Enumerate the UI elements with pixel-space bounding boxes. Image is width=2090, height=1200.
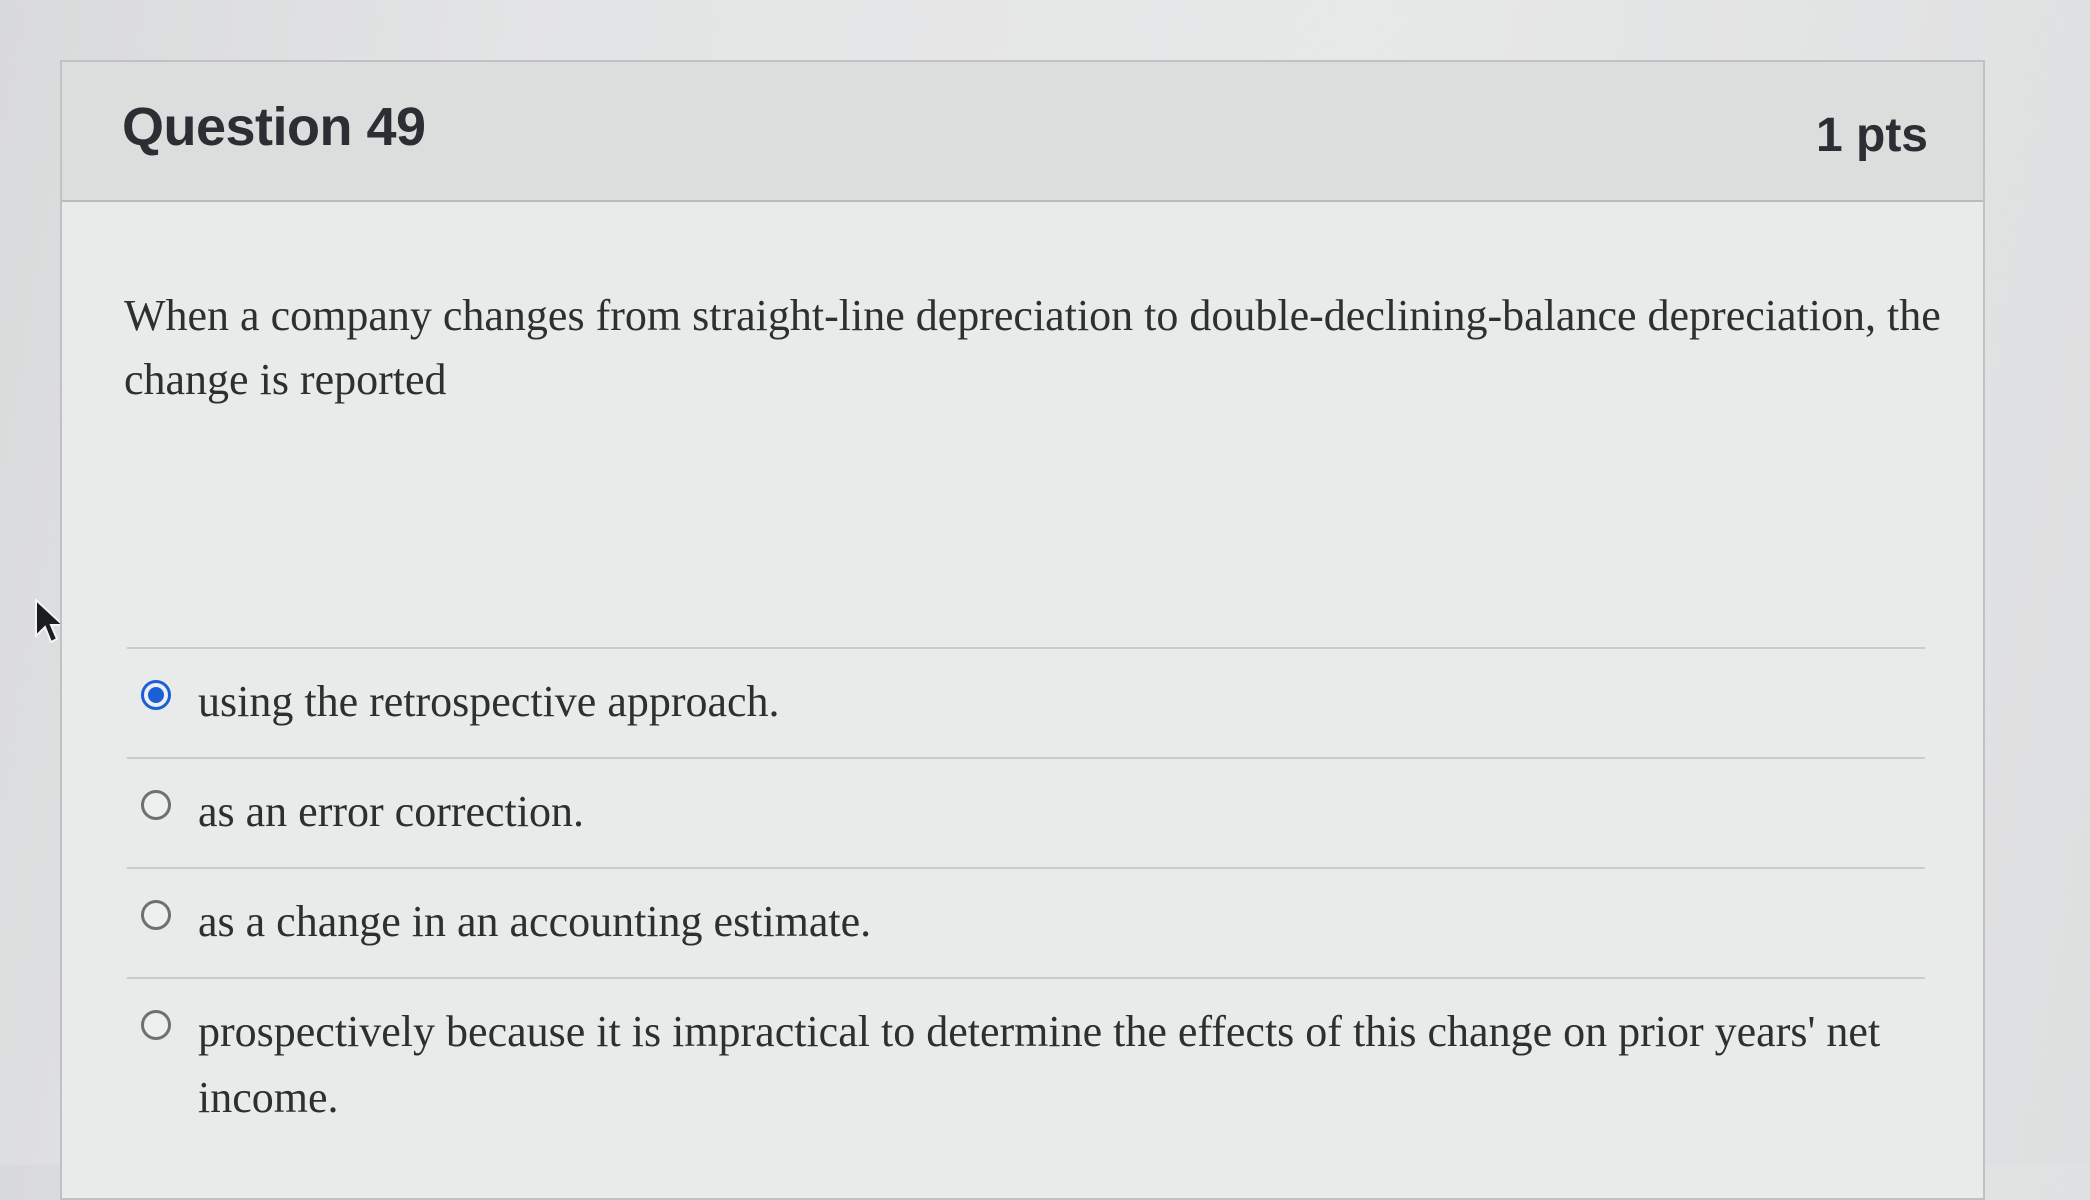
radio-button[interactable] [141, 1010, 171, 1040]
question-points: 1 pts [1815, 109, 1928, 162]
radio-button[interactable] [141, 790, 171, 820]
radio-button[interactable] [141, 900, 171, 930]
answer-list: using the retrospective approach. as an … [127, 647, 1925, 1153]
answer-option-error-correction[interactable]: as an error correction. [127, 757, 1925, 867]
question-header: Question 49 1 pts [62, 62, 1983, 202]
answer-option-accounting-estimate[interactable]: as a change in an accounting estimate. [127, 867, 1925, 977]
answer-option-prospectively[interactable]: prospectively because it is impractical … [127, 977, 1925, 1153]
answer-label: as a change in an accounting estimate. [198, 897, 872, 946]
answer-label: as an error correction. [198, 787, 585, 836]
question-title: Question 49 [122, 97, 426, 157]
question-card: Question 49 1 pts When a company changes… [60, 60, 1985, 1200]
radio-button-selected[interactable] [141, 680, 171, 710]
answer-option-retrospective[interactable]: using the retrospective approach. [127, 647, 1925, 757]
question-text: When a company changes from straight-lin… [124, 291, 1941, 404]
answer-label: prospectively because it is impractical … [198, 1007, 1881, 1122]
answer-label: using the retrospective approach. [198, 677, 780, 726]
